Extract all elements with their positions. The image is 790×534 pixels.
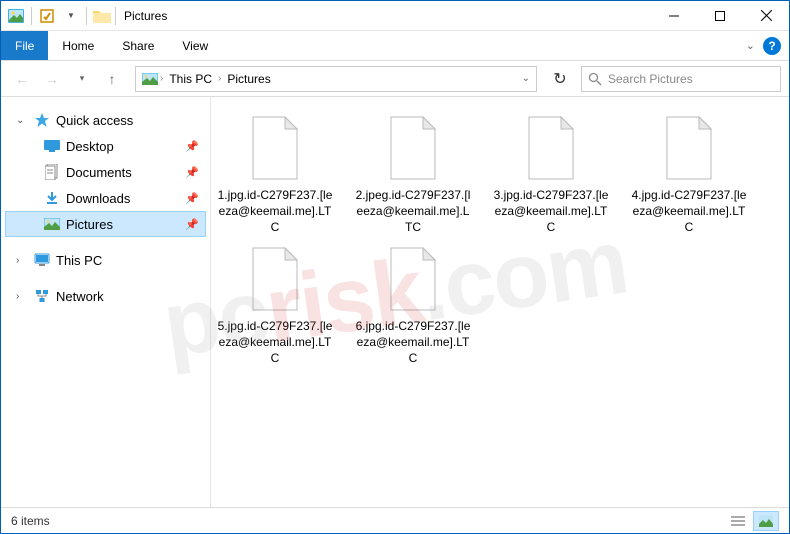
pin-icon: 📌 <box>185 140 199 153</box>
tab-home[interactable]: Home <box>48 31 108 60</box>
sidebar-item-label: Network <box>56 289 104 304</box>
properties-icon[interactable] <box>36 5 58 27</box>
file-label: 1.jpg.id-C279F237.[leeza@keemail.me].LTC <box>217 187 333 236</box>
blank-file-icon <box>521 113 581 183</box>
search-placeholder: Search Pictures <box>608 72 693 86</box>
sidebar-item-documents[interactable]: Documents 📌 <box>5 159 206 185</box>
blank-file-icon <box>245 244 305 314</box>
navbar: ← → ▾ ↑ › This PC › Pictures ⌄ ↻ Search … <box>1 61 789 97</box>
search-icon <box>588 72 602 86</box>
blank-file-icon <box>659 113 719 183</box>
file-label: 3.jpg.id-C279F237.[leeza@keemail.me].LTC <box>493 187 609 236</box>
statusbar: 6 items <box>1 507 789 533</box>
explorer-window: ▼ Pictures File Home Share View ⌄ ? ← → … <box>0 0 790 534</box>
blank-file-icon <box>245 113 305 183</box>
file-label: 2.jpeg.id-C279F237.[leeza@keemail.me].LT… <box>355 187 471 236</box>
qat-dropdown-icon[interactable]: ▼ <box>60 5 82 27</box>
pin-icon: 📌 <box>185 166 199 179</box>
forward-button[interactable]: → <box>39 66 65 92</box>
blank-file-icon <box>383 113 443 183</box>
computer-icon <box>34 252 50 268</box>
close-button[interactable] <box>743 1 789 31</box>
file-item[interactable]: 4.jpg.id-C279F237.[leeza@keemail.me].LTC <box>627 109 751 240</box>
chevron-down-icon[interactable]: ⌄ <box>16 115 28 126</box>
chevron-right-icon[interactable]: › <box>218 73 221 84</box>
sidebar-item-quick-access[interactable]: ⌄ Quick access <box>5 107 206 133</box>
refresh-button[interactable]: ↻ <box>547 66 573 92</box>
breadcrumb-pictures[interactable]: Pictures <box>223 72 274 86</box>
window-controls <box>651 1 789 31</box>
address-bar[interactable]: › This PC › Pictures ⌄ <box>135 66 537 92</box>
sidebar-item-pictures[interactable]: Pictures 📌 <box>5 211 206 237</box>
body: ⌄ Quick access Desktop 📌 Documents 📌 Dow… <box>1 97 789 507</box>
sidebar-item-label: Downloads <box>66 191 130 206</box>
help-icon[interactable]: ? <box>763 37 781 55</box>
recent-locations-dropdown[interactable]: ▾ <box>69 66 95 92</box>
thumbnails-view-button[interactable] <box>753 511 779 531</box>
pictures-icon <box>44 216 60 232</box>
sidebar-item-network[interactable]: › Network <box>5 283 206 309</box>
file-label: 6.jpg.id-C279F237.[leeza@keemail.me].LTC <box>355 318 471 367</box>
tab-view[interactable]: View <box>168 31 222 60</box>
sidebar-item-this-pc[interactable]: › This PC <box>5 247 206 273</box>
file-item[interactable]: 1.jpg.id-C279F237.[leeza@keemail.me].LTC <box>213 109 337 240</box>
back-button[interactable]: ← <box>9 66 35 92</box>
file-pane[interactable]: 1.jpg.id-C279F237.[leeza@keemail.me].LTC… <box>211 97 789 507</box>
blank-file-icon <box>383 244 443 314</box>
folder-icon <box>91 5 113 27</box>
downloads-icon <box>44 190 60 206</box>
up-button[interactable]: ↑ <box>99 66 125 92</box>
search-input[interactable]: Search Pictures <box>581 66 781 92</box>
sidebar-item-label: Pictures <box>66 217 113 232</box>
file-item[interactable]: 3.jpg.id-C279F237.[leeza@keemail.me].LTC <box>489 109 613 240</box>
pictures-folder-icon[interactable] <box>5 5 27 27</box>
sidebar-item-desktop[interactable]: Desktop 📌 <box>5 133 206 159</box>
address-dropdown-icon[interactable]: ⌄ <box>522 73 530 84</box>
pin-icon: 📌 <box>185 218 199 231</box>
pictures-small-icon <box>142 73 158 85</box>
expand-ribbon-icon[interactable]: ⌄ <box>746 39 755 52</box>
sidebar-item-label: Desktop <box>66 139 114 154</box>
network-icon <box>34 288 50 304</box>
documents-icon <box>44 164 60 180</box>
file-item[interactable]: 2.jpeg.id-C279F237.[leeza@keemail.me].LT… <box>351 109 475 240</box>
sidebar-item-label: Quick access <box>56 113 133 128</box>
sidebar-item-label: Documents <box>66 165 132 180</box>
minimize-button[interactable] <box>651 1 697 31</box>
file-label: 4.jpg.id-C279F237.[leeza@keemail.me].LTC <box>631 187 747 236</box>
file-tab[interactable]: File <box>1 31 48 60</box>
item-count: 6 items <box>11 514 50 528</box>
window-title: Pictures <box>124 9 167 23</box>
file-item[interactable]: 5.jpg.id-C279F237.[leeza@keemail.me].LTC <box>213 240 337 371</box>
star-icon <box>34 112 50 128</box>
pin-icon: 📌 <box>185 192 199 205</box>
breadcrumb-thispc[interactable]: This PC <box>165 72 216 86</box>
file-label: 5.jpg.id-C279F237.[leeza@keemail.me].LTC <box>217 318 333 367</box>
sidebar-item-downloads[interactable]: Downloads 📌 <box>5 185 206 211</box>
sidebar: ⌄ Quick access Desktop 📌 Documents 📌 Dow… <box>1 97 211 507</box>
chevron-right-icon[interactable]: › <box>16 255 28 266</box>
desktop-icon <box>44 138 60 154</box>
quick-access-toolbar: ▼ <box>1 5 118 27</box>
sidebar-item-label: This PC <box>56 253 102 268</box>
titlebar: ▼ Pictures <box>1 1 789 31</box>
chevron-right-icon[interactable]: › <box>160 73 163 84</box>
maximize-button[interactable] <box>697 1 743 31</box>
tab-share[interactable]: Share <box>108 31 168 60</box>
file-item[interactable]: 6.jpg.id-C279F237.[leeza@keemail.me].LTC <box>351 240 475 371</box>
chevron-right-icon[interactable]: › <box>16 291 28 302</box>
ribbon: File Home Share View ⌄ ? <box>1 31 789 61</box>
details-view-button[interactable] <box>725 511 751 531</box>
